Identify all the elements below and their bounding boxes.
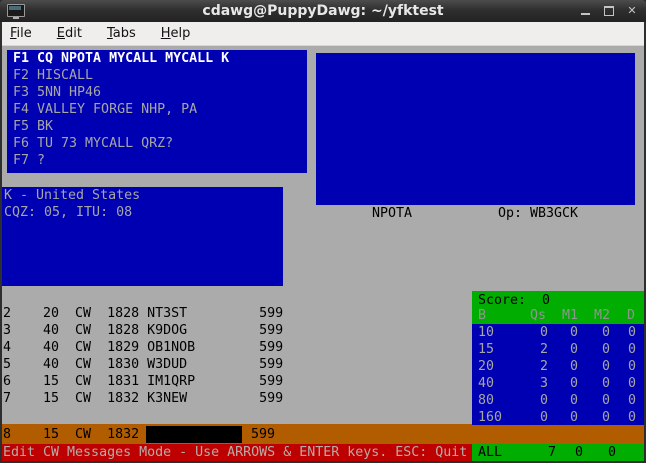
terminal-window: cdawg@PuppyDawg: ~/yfktest ✕ File Edit T… [0, 0, 646, 463]
score-row-80: 80 0 0 0 0 [478, 393, 637, 408]
score-row-10: 10 0 0 0 0 [478, 325, 637, 340]
current-qso-entry-row: 8 15 CW 1832 599 [2, 424, 644, 444]
all-m2: 0 [608, 445, 617, 460]
dxcc-country: K - United States [4, 188, 141, 203]
menu-help[interactable]: Help [155, 24, 197, 43]
all-qs: 7 [548, 445, 557, 460]
macro-line-f1: F1 CQ NPOTA MYCALL MYCALL K [13, 51, 230, 66]
log-row: 4 40 CW 1829 OB1NOB 599 [3, 340, 284, 355]
maximize-icon[interactable] [603, 5, 615, 17]
log-row: 3 40 CW 1828 K9DOG 599 [3, 323, 284, 338]
log-row: 7 15 CW 1832 K3NEW 599 [3, 391, 284, 406]
col-m2: M2 [594, 308, 611, 323]
entry-prefix: 8 15 CW 1832 [3, 427, 140, 442]
operator-label: Op: WB3GCK [498, 206, 579, 221]
macro-line-f5: F5 BK [13, 119, 54, 134]
menu-bar: File Edit Tabs Help [2, 22, 644, 46]
qso-detail-panel [316, 53, 635, 205]
log-row: 6 15 CW 1831 IM1QRP 599 [3, 374, 284, 389]
score-row-160: 160 0 0 0 0 [478, 410, 637, 425]
score-header: Score: 0 B Qs M1 M2 D [472, 291, 644, 324]
all-label: ALL [478, 445, 503, 460]
callsign-input[interactable] [146, 426, 242, 443]
macro-line-f7: F7 ? [13, 153, 46, 168]
status-message: Edit CW Messages Mode - Use ARROWS & ENT… [3, 445, 468, 460]
status-bar: Edit CW Messages Mode - Use ARROWS & ENT… [2, 444, 472, 461]
cw-macros-panel: F1 CQ NPOTA MYCALL MYCALL K F2 HISCALL F… [7, 50, 307, 173]
score-all-row: ALL 7 0 0 [472, 444, 644, 461]
window-title: cdawg@PuppyDawg: ~/yfktest [202, 3, 444, 19]
menu-file[interactable]: File [4, 24, 38, 43]
score-row-15: 15 2 0 0 0 [478, 342, 637, 357]
log-row: 5 40 CW 1830 W3DUD 599 [3, 357, 284, 372]
score-row-40: 40 3 0 0 0 [478, 376, 637, 391]
dxcc-zones: CQZ: 05, ITU: 08 [4, 205, 133, 220]
titlebar[interactable]: cdawg@PuppyDawg: ~/yfktest ✕ [0, 0, 646, 22]
score-row-20: 20 2 0 0 0 [478, 359, 637, 374]
col-qs: Qs [530, 308, 547, 323]
qso-log-list: 2 20 CW 1828 NT3ST 599 3 40 CW 1828 K9DO… [3, 305, 463, 407]
macro-line-f4: F4 VALLEY FORGE NHP, PA [13, 102, 198, 117]
col-band: B [478, 308, 487, 323]
terminal-app-icon [7, 3, 25, 19]
macro-line-f3: F3 5NN HP46 [13, 85, 102, 100]
col-m1: M1 [562, 308, 579, 323]
macro-line-f2: F2 HISCALL [13, 68, 94, 83]
dxcc-info-panel: K - United States CQZ: 05, ITU: 08 [2, 187, 283, 286]
close-icon[interactable]: ✕ [626, 5, 638, 17]
score-column-headers: B Qs M1 M2 D [472, 307, 644, 324]
col-d: D [627, 308, 636, 323]
score-table: 10 0 0 0 0 15 2 0 0 0 20 2 0 0 0 40 3 0 … [472, 324, 644, 425]
all-m1: 0 [575, 445, 584, 460]
contest-name-label: NPOTA [372, 206, 413, 221]
entry-rst: 599 [251, 427, 276, 442]
menu-edit[interactable]: Edit [51, 24, 88, 43]
minimize-icon[interactable] [580, 5, 592, 17]
window-controls: ✕ [580, 0, 638, 22]
log-row: 2 20 CW 1828 NT3ST 599 [3, 306, 284, 321]
terminal-content[interactable]: F1 CQ NPOTA MYCALL MYCALL K F2 HISCALL F… [2, 46, 644, 461]
menu-tabs[interactable]: Tabs [101, 24, 142, 43]
macro-line-f6: F6 TU 73 MYCALL QRZ? [13, 136, 174, 151]
